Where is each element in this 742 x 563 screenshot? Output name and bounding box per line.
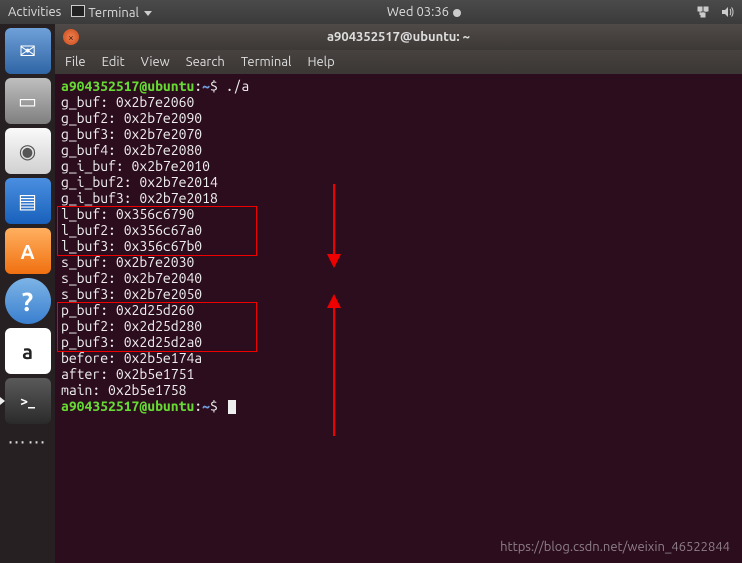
out-line: p_buf: 0x2d25d260 [61,302,736,318]
prompt-path: ~ [202,78,210,94]
prompt-sep2: $ [210,78,226,94]
clock-label: Wed 03:36 [387,5,449,19]
terminal-body[interactable]: a904352517@ubuntu:~$ ./a g_buf: 0x2b7e20… [55,74,742,563]
thunderbird-icon: ✉ [19,39,36,63]
prompt-sep1: : [194,398,202,414]
typed-command: ./a [226,78,250,94]
app-menu[interactable]: Terminal [71,5,152,20]
ubuntu-software-icon: A [20,240,34,263]
prompt-line-1: a904352517@ubuntu:~$ ./a [61,78,736,94]
out-line: p_buf3: 0x2d25d2a0 [61,334,736,350]
network-icon[interactable] [696,5,710,19]
out-line: s_buf3: 0x2b7e2050 [61,286,736,302]
help-icon: ? [22,287,33,316]
help-launcher[interactable]: ? [5,278,51,324]
speaker-icon[interactable] [720,5,734,19]
menu-bar: File Edit View Search Terminal Help [55,50,742,74]
menu-help[interactable]: Help [307,55,334,69]
out-line: g_buf: 0x2b7e2060 [61,94,736,110]
cursor [228,400,236,414]
chevron-down-icon [144,11,152,16]
terminal-launcher[interactable]: >_ [5,378,51,424]
out-line: g_i_buf: 0x2b7e2010 [61,158,736,174]
out-line: l_buf: 0x356c6790 [61,206,736,222]
watermark: https://blog.csdn.net/weixin_46522844 [500,539,730,555]
title-bar[interactable]: × a904352517@ubuntu: ~ [55,24,742,50]
terminal-icon: >_ [20,393,35,409]
files-icon: ▭ [18,89,37,113]
work-area: ✉ ▭ ◉ ▤ A ? a >_ ⋯⋯ × a904352517@ubuntu:… [0,24,742,563]
out-line: g_buf4: 0x2b7e2080 [61,142,736,158]
prompt-path: ~ [202,398,210,414]
out-line: g_buf2: 0x2b7e2090 [61,110,736,126]
thunderbird-launcher[interactable]: ✉ [5,28,51,74]
out-line: before: 0x2b5e174a [61,350,736,366]
notification-dot-icon [453,9,461,17]
prompt-sep2: $ [210,398,226,414]
out-line: s_buf: 0x2b7e2030 [61,254,736,270]
app-menu-label: Terminal [88,6,139,20]
prompt-line-2: a904352517@ubuntu:~$ [61,398,736,414]
clock[interactable]: Wed 03:36 [152,5,696,19]
out-line: g_i_buf3: 0x2b7e2018 [61,190,736,206]
rhythmbox-launcher[interactable]: ◉ [5,128,51,174]
menu-edit[interactable]: Edit [102,55,125,69]
activities-button[interactable]: Activities [8,5,61,19]
prompt-user: a904352517@ubuntu [61,398,194,414]
libreoffice-writer-launcher[interactable]: ▤ [5,178,51,224]
menu-file[interactable]: File [65,55,86,69]
terminal-window: × a904352517@ubuntu: ~ File Edit View Se… [55,24,742,563]
gnome-top-bar: Activities Terminal Wed 03:36 [0,0,742,24]
window-title: a904352517@ubuntu: ~ [55,30,742,44]
amazon-icon: a [22,340,33,363]
rhythmbox-icon: ◉ [19,139,36,163]
out-line: after: 0x2b5e1751 [61,366,736,382]
out-line: p_buf2: 0x2d25d280 [61,318,736,334]
launcher-dock: ✉ ▭ ◉ ▤ A ? a >_ ⋯⋯ [0,24,55,563]
files-launcher[interactable]: ▭ [5,78,51,124]
terminal-small-icon [71,5,85,17]
ubuntu-software-launcher[interactable]: A [5,228,51,274]
amazon-launcher[interactable]: a [5,328,51,374]
menu-search[interactable]: Search [186,55,225,69]
libreoffice-writer-icon: ▤ [18,189,37,213]
menu-view[interactable]: View [141,55,170,69]
prompt-user: a904352517@ubuntu [61,78,194,94]
prompt-sep1: : [194,78,202,94]
show-applications-icon[interactable]: ⋯⋯ [8,432,48,453]
menu-terminal[interactable]: Terminal [241,55,292,69]
out-line: g_buf3: 0x2b7e2070 [61,126,736,142]
out-line: l_buf3: 0x356c67b0 [61,238,736,254]
out-line: l_buf2: 0x356c67a0 [61,222,736,238]
out-line: s_buf2: 0x2b7e2040 [61,270,736,286]
out-line: g_i_buf2: 0x2b7e2014 [61,174,736,190]
out-line: main: 0x2b5e1758 [61,382,736,398]
